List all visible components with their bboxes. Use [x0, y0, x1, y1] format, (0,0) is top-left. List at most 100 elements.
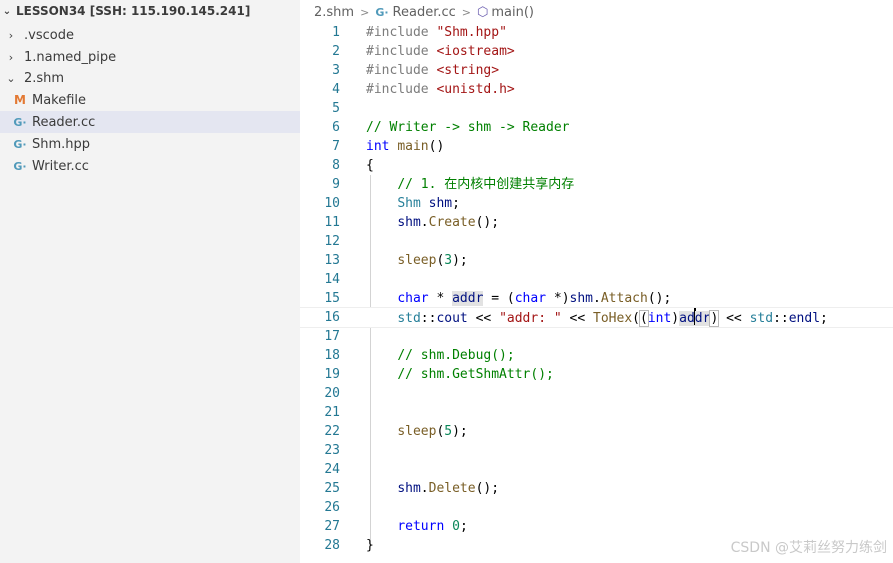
cpp-file-icon: G·: [13, 115, 27, 129]
code-line[interactable]: 16 std::cout << "addr: " << ToHex((int)a…: [300, 307, 893, 328]
code-text: char * addr = (char *)shm.Attach();: [366, 289, 671, 308]
code-token: #include: [366, 25, 437, 40]
breadcrumb-symbol[interactable]: main(): [491, 5, 534, 20]
code-token: // Writer -> shm -> Reader: [366, 120, 570, 135]
code-line[interactable]: 21: [300, 403, 893, 422]
code-token: int: [647, 311, 672, 326]
line-number: 17: [324, 329, 340, 344]
code-line[interactable]: 27 return 0;: [300, 517, 893, 536]
code-line[interactable]: 14: [300, 270, 893, 289]
breadcrumb-separator: >: [461, 5, 471, 19]
code-line[interactable]: 4 #include <unistd.h>: [300, 80, 893, 99]
code-token: endl: [788, 311, 821, 326]
code-token: (): [428, 139, 445, 154]
code-token: Shm: [397, 196, 421, 211]
code-line[interactable]: 25 shm.Delete();: [300, 479, 893, 498]
tree-item[interactable]: G· Reader.cc: [0, 111, 300, 133]
code-token: Create: [428, 215, 476, 230]
code-text: #include <string>: [366, 61, 499, 80]
tree-item-label: Makefile: [32, 92, 87, 108]
code-token: sleep: [397, 253, 437, 268]
code-token: *: [428, 291, 453, 306]
breadcrumb-file[interactable]: Reader.cc: [393, 5, 456, 20]
explorer-sidebar: ⌄ LESSON34 [SSH: 115.190.145.241] › .vsco…: [0, 0, 300, 563]
code-token: ;: [820, 311, 828, 326]
code-text: sleep(5);: [366, 422, 468, 441]
code-line[interactable]: 11 shm.Create();: [300, 213, 893, 232]
code-line[interactable]: 2 #include <iostream>: [300, 42, 893, 61]
code-token: // shm.Debug();: [397, 348, 515, 363]
tree-item-label: Writer.cc: [32, 158, 89, 174]
code-line[interactable]: 6 // Writer -> shm -> Reader: [300, 118, 893, 137]
code-token: shm: [397, 481, 421, 496]
line-number: 2: [332, 44, 340, 59]
code-line[interactable]: 20: [300, 384, 893, 403]
code-line[interactable]: 15 char * addr = (char *)shm.Attach();: [300, 289, 893, 308]
code-line[interactable]: 13 sleep(3);: [300, 251, 893, 270]
code-line[interactable]: 12: [300, 232, 893, 251]
tree-item[interactable]: › .vscode: [0, 24, 300, 46]
code-text: sleep(3);: [366, 251, 467, 270]
tree-item[interactable]: M Makefile: [0, 89, 300, 111]
code-line[interactable]: 23: [300, 441, 893, 460]
line-number: 21: [324, 405, 340, 420]
code-token: *): [546, 291, 570, 306]
code-line[interactable]: 17: [300, 327, 893, 346]
code-line[interactable]: 9 // 1. 在内核中创建共享内存: [300, 175, 893, 194]
code-line[interactable]: 22 sleep(5);: [300, 422, 893, 441]
code-token: ;: [459, 519, 468, 534]
line-number: 19: [324, 367, 340, 382]
tree-item[interactable]: › 1.named_pipe: [0, 46, 300, 68]
code-text: shm.Delete();: [366, 479, 499, 498]
line-number: 4: [332, 82, 340, 97]
line-number: 26: [324, 500, 340, 515]
chevron-right-icon: ›: [8, 50, 14, 64]
code-token: );: [452, 424, 468, 439]
tree-item[interactable]: G· Writer.cc: [0, 155, 300, 177]
explorer-header[interactable]: ⌄ LESSON34 [SSH: 115.190.145.241]: [0, 0, 300, 22]
tree-item[interactable]: ⌄ 2.shm: [0, 67, 300, 89]
code-text: }: [366, 536, 374, 555]
code-line[interactable]: 18 // shm.Debug();: [300, 346, 893, 365]
code-token: (: [632, 311, 640, 326]
code-token: <<: [467, 311, 500, 326]
code-line[interactable]: 24: [300, 460, 893, 479]
code-line[interactable]: 8{: [300, 156, 893, 175]
code-text: // Writer -> shm -> Reader: [366, 118, 570, 137]
code-token: <unistd.h>: [436, 82, 515, 97]
code-token: .: [420, 481, 429, 496]
code-editor[interactable]: 2.shm > G· Reader.cc > ⬡ main() 1 #includ…: [300, 0, 893, 563]
code-token: (: [639, 310, 649, 327]
tree-item-label: Reader.cc: [32, 114, 96, 130]
tree-item-label: Shm.hpp: [32, 136, 91, 152]
code-token: cout: [436, 311, 468, 326]
code-token: #include: [366, 82, 437, 97]
cpp-file-icon: G·: [13, 159, 27, 173]
code-token: return: [397, 519, 445, 534]
code-line[interactable]: 1 #include "Shm.hpp": [300, 23, 893, 42]
code-line[interactable]: 3 #include <string>: [300, 61, 893, 80]
code-token: <<: [718, 311, 750, 326]
workspace-title: LESSON34 [SSH: 115.190.145.241]: [16, 4, 251, 18]
code-text: return 0;: [366, 517, 468, 536]
code-line[interactable]: 7 int main(): [300, 137, 893, 156]
code-line[interactable]: 26: [300, 498, 893, 517]
code-token: 0: [452, 519, 460, 534]
breadcrumb-folder[interactable]: 2.shm: [314, 5, 354, 20]
line-number: 18: [324, 348, 340, 363]
code-token: ad: [679, 311, 695, 326]
code-line[interactable]: 5: [300, 99, 893, 118]
chevron-down-icon: ⌄: [2, 5, 12, 17]
code-token: }: [366, 538, 374, 553]
code-token: 3: [444, 253, 453, 268]
code-text: {: [366, 156, 374, 175]
code-line[interactable]: 10 Shm shm;: [300, 194, 893, 213]
chevron-right-icon: ›: [8, 28, 14, 42]
tree-item[interactable]: G· Shm.hpp: [0, 133, 300, 155]
line-number: 16: [324, 310, 340, 325]
code-line[interactable]: 19 // shm.GetShmAttr();: [300, 365, 893, 384]
